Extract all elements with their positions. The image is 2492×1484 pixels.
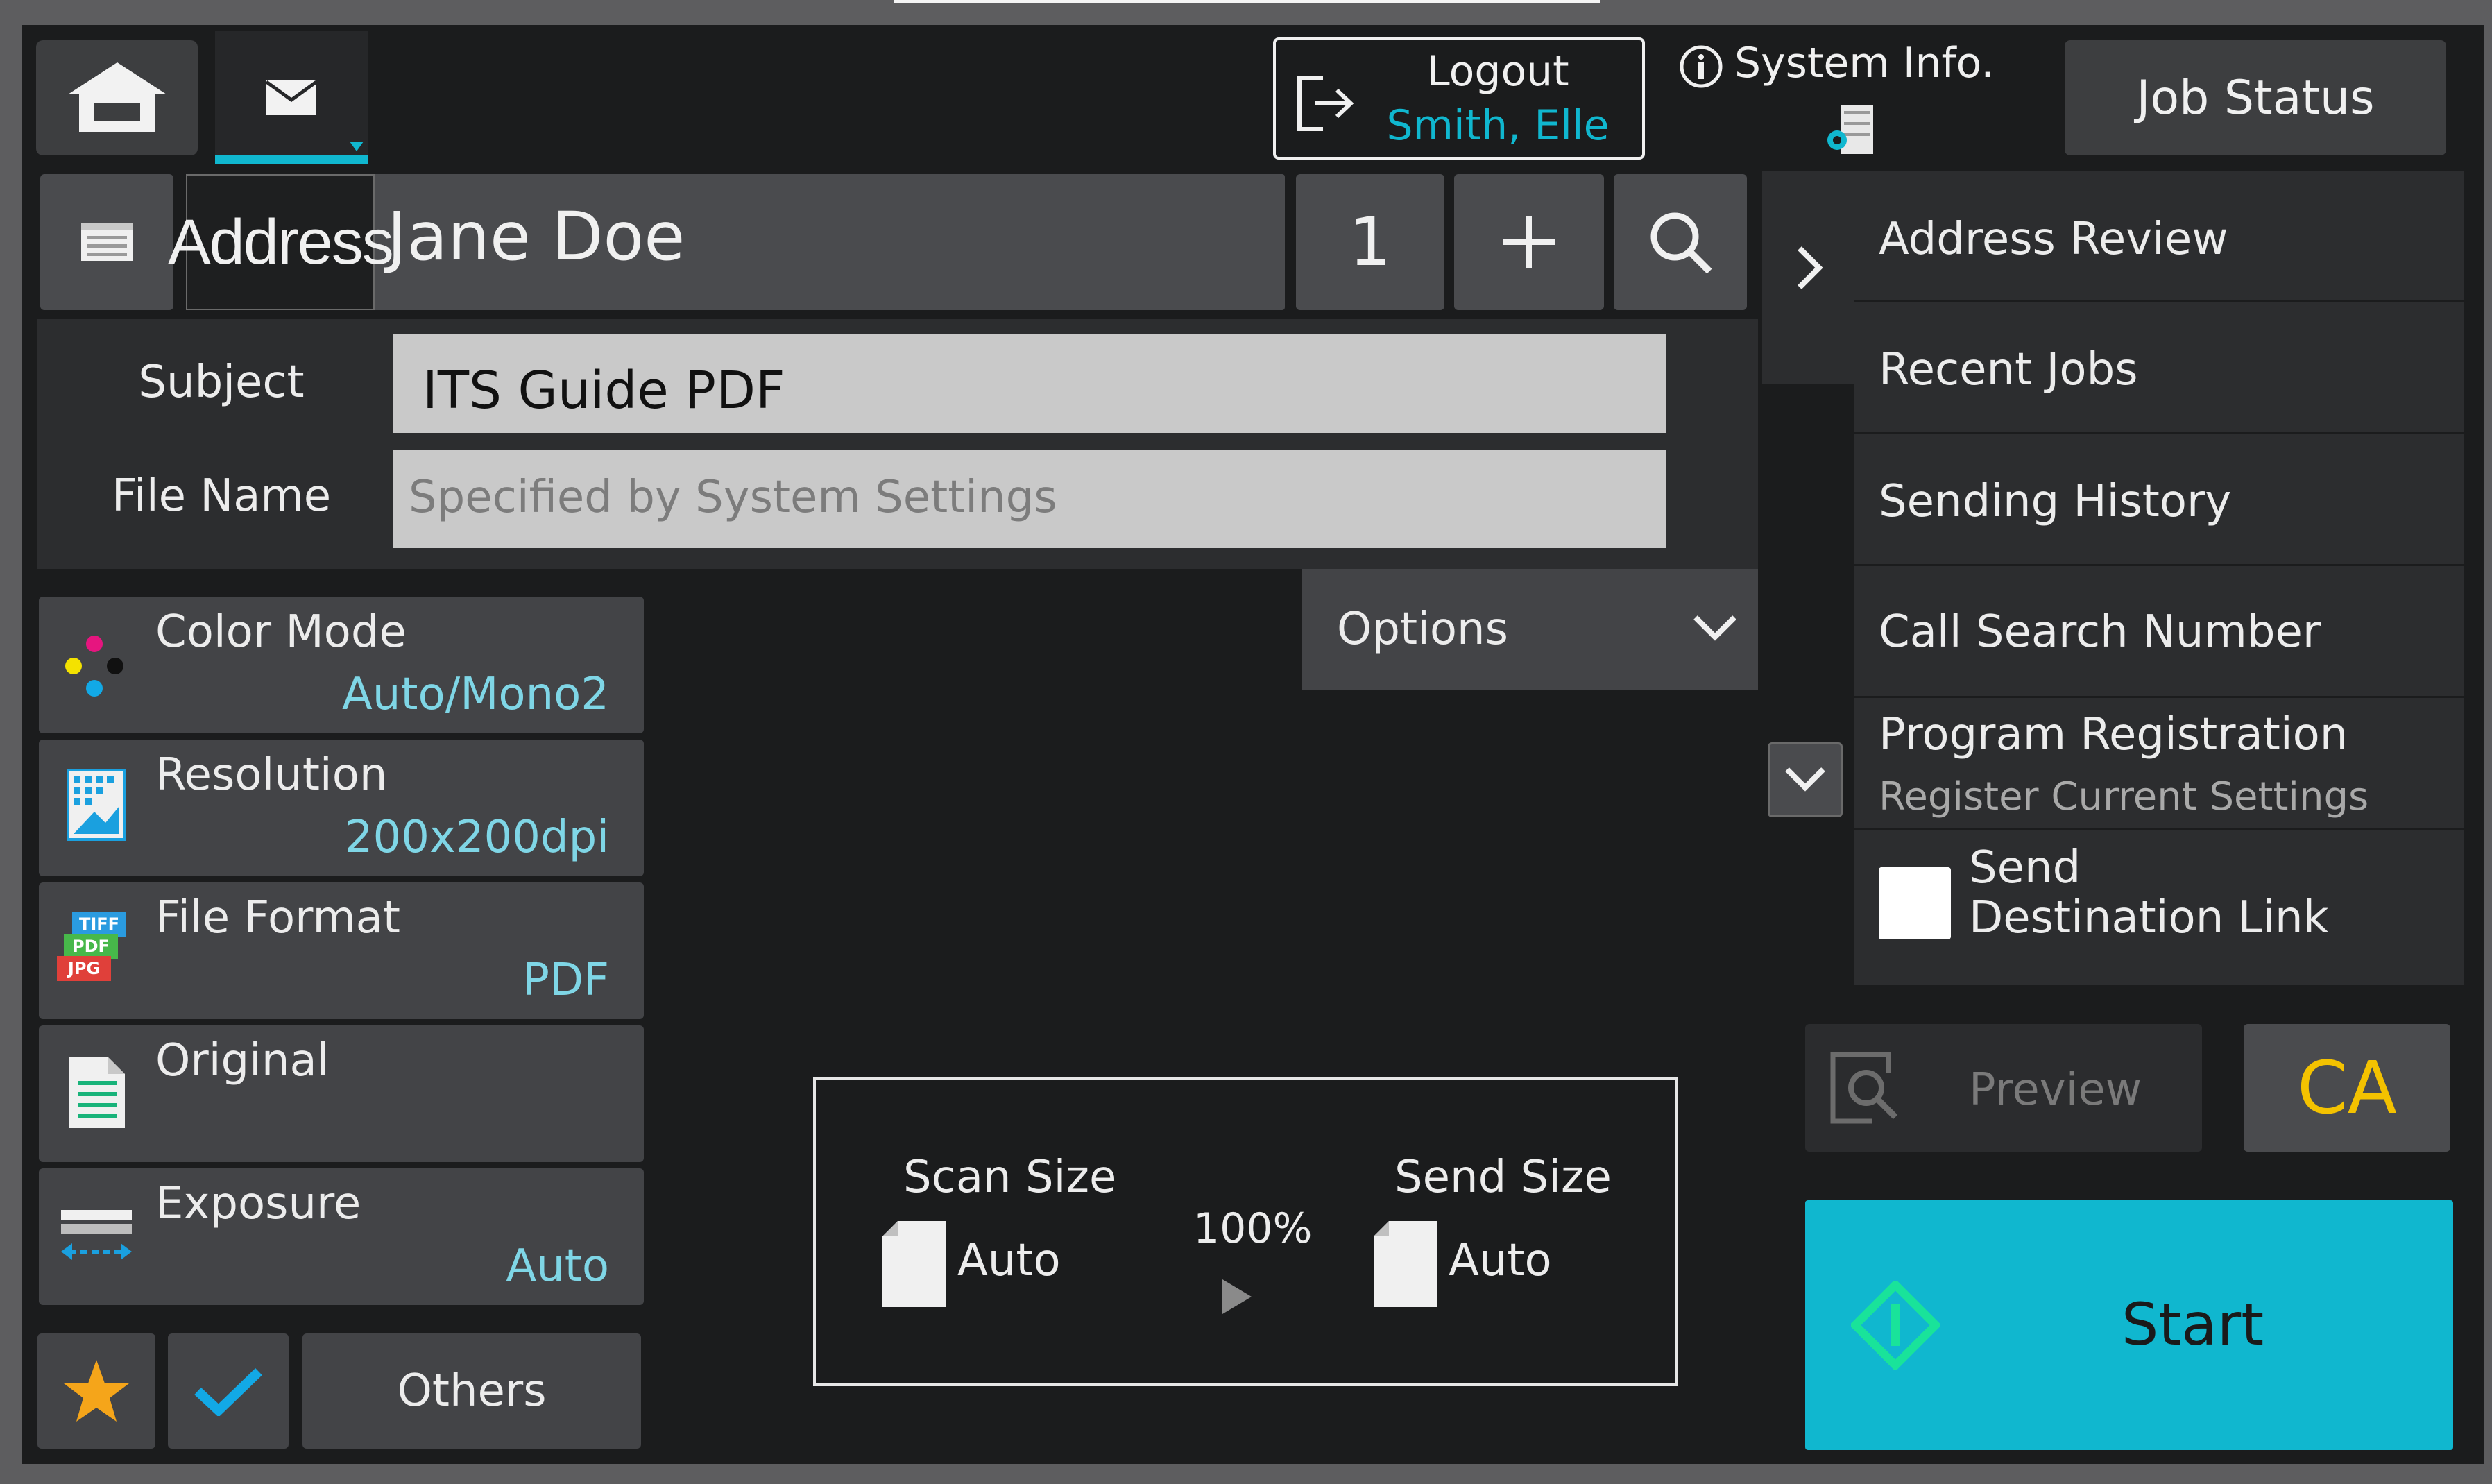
side-menu-item-program-registration[interactable]: Program Registration Register Current Se… — [1854, 698, 2464, 827]
checkbox-label-line2: Destination Link — [1969, 892, 2329, 944]
side-menu-item-recent-jobs[interactable]: Recent Jobs — [1854, 302, 2464, 432]
file-format-icon-pdf: PDF — [64, 934, 118, 959]
side-menu-item-label: Program Registration — [1879, 709, 2348, 760]
subject-input[interactable]: ITS Guide PDF — [393, 334, 1666, 433]
check-icon — [194, 1367, 262, 1416]
size-info-panel: Scan Size Auto 100% Send Size Auto — [813, 1077, 1678, 1386]
exposure-label: Exposure — [155, 1178, 361, 1229]
subject-label: Subject — [138, 357, 305, 408]
exposure-value: Auto — [506, 1240, 609, 1292]
add-recipient-button[interactable] — [1454, 174, 1604, 310]
screen-frame: Logout Smith, Elle System Info. Job Stat… — [22, 25, 2484, 1464]
address-book-icon — [81, 223, 133, 261]
checkbox-label-line1: Send — [1969, 842, 2081, 894]
file-format-icon: TIFF PDF JPG — [57, 912, 133, 988]
scan-size-label: Scan Size — [903, 1152, 1117, 1203]
chevron-right-icon — [1798, 246, 1823, 289]
user-name: Smith, Elle — [1386, 101, 1610, 150]
scan-page-icon — [882, 1221, 946, 1307]
check-button[interactable] — [168, 1333, 289, 1449]
original-document-icon — [69, 1057, 125, 1128]
send-destination-link-option[interactable]: Send Destination Link — [1854, 830, 2464, 985]
tab-email[interactable] — [215, 31, 368, 164]
chevron-down-icon — [1693, 615, 1736, 641]
search-button[interactable] — [1614, 174, 1747, 310]
original-label: Original — [155, 1035, 330, 1086]
recipient-name: Jane Doe — [387, 198, 685, 275]
file-name-input[interactable]: Specified by System Settings — [393, 450, 1666, 548]
send-size-value: Auto — [1449, 1235, 1552, 1286]
top-edge-strip — [894, 0, 1600, 3]
color-mode-label: Color Mode — [155, 606, 407, 658]
send-destination-link-checkbox[interactable] — [1879, 867, 1951, 939]
collapse-panel-button[interactable] — [1762, 171, 1855, 384]
info-icon — [1680, 45, 1723, 88]
others-button[interactable]: Others — [302, 1333, 641, 1449]
side-menu-item-label: Call Search Number — [1879, 606, 2321, 658]
resolution-label: Resolution — [155, 749, 388, 801]
side-menu-item-address-review[interactable]: Address Review — [1854, 171, 2464, 301]
star-icon — [64, 1360, 129, 1422]
preview-label: Preview — [1969, 1064, 2142, 1116]
file-format-value: PDF — [522, 955, 609, 1006]
options-label: Options — [1337, 604, 1508, 655]
clear-all-button[interactable]: CA — [2244, 1024, 2450, 1152]
plus-icon — [1503, 216, 1555, 268]
color-mode-button[interactable]: Color Mode Auto/Mono2 — [39, 597, 644, 733]
options-dropdown[interactable]: Options — [1302, 569, 1758, 690]
system-info-button[interactable]: System Info. — [1679, 32, 1994, 164]
active-tab-indicator — [215, 155, 368, 164]
start-button[interactable]: Start — [1805, 1200, 2453, 1450]
logout-button[interactable]: Logout Smith, Elle — [1273, 37, 1645, 160]
favorites-button[interactable] — [37, 1333, 155, 1449]
preview-icon — [1830, 1052, 1898, 1124]
address-field[interactable]: Address Jane Doe — [168, 174, 1285, 310]
file-format-button[interactable]: TIFF PDF JPG File Format PDF — [39, 882, 644, 1019]
send-page-icon — [1374, 1221, 1437, 1307]
exposure-icon — [61, 1210, 132, 1260]
color-dots-icon — [65, 636, 123, 697]
caret-down-icon — [350, 142, 364, 151]
resolution-value: 200x200dpi — [344, 812, 609, 863]
home-button[interactable] — [36, 40, 198, 155]
side-menu-item-sending-history[interactable]: Sending History — [1854, 434, 2464, 563]
side-menu-item-sublabel: Register Current Settings — [1879, 774, 2369, 819]
address-label: Address — [168, 174, 394, 310]
file-format-icon-jpg: JPG — [57, 956, 111, 981]
exposure-button[interactable]: Exposure Auto — [39, 1168, 644, 1305]
search-icon — [1650, 212, 1712, 274]
color-mode-value: Auto/Mono2 — [342, 669, 609, 720]
start-label: Start — [2122, 1290, 2264, 1358]
file-format-label: File Format — [155, 892, 400, 944]
side-menu-item-label: Sending History — [1879, 476, 2232, 527]
chevron-down-icon — [1785, 767, 1825, 792]
envelope-icon — [265, 80, 318, 115]
scan-size-value: Auto — [957, 1235, 1061, 1286]
side-menu-item-label: Address Review — [1879, 214, 2228, 265]
recipient-count: 1 — [1296, 174, 1444, 310]
address-book-button[interactable] — [40, 174, 173, 310]
preview-button[interactable]: Preview — [1805, 1024, 2202, 1152]
home-icon — [67, 62, 167, 132]
resolution-button[interactable]: Resolution 200x200dpi — [39, 740, 644, 876]
resolution-icon — [67, 769, 126, 841]
scale-ratio: 100% — [1193, 1204, 1313, 1253]
logout-icon — [1297, 76, 1354, 131]
printer-status-icon — [1827, 105, 1873, 154]
job-status-button[interactable]: Job Status — [2065, 40, 2446, 155]
original-button[interactable]: Original — [39, 1025, 644, 1162]
side-menu: Address Review Recent Jobs Sending Histo… — [1854, 171, 2464, 985]
file-name-label: File Name — [111, 470, 332, 522]
logout-label: Logout — [1426, 47, 1569, 96]
side-menu-item-label: Recent Jobs — [1879, 344, 2138, 395]
system-info-label: System Info. — [1734, 39, 1995, 87]
scroll-down-button[interactable] — [1768, 742, 1843, 817]
start-diamond-icon — [1851, 1281, 1940, 1370]
file-format-icon-tiff: TIFF — [72, 912, 126, 937]
side-menu-item-call-search-number[interactable]: Call Search Number — [1854, 566, 2464, 695]
send-size-label: Send Size — [1394, 1152, 1612, 1203]
arrow-right-icon — [1222, 1279, 1252, 1314]
